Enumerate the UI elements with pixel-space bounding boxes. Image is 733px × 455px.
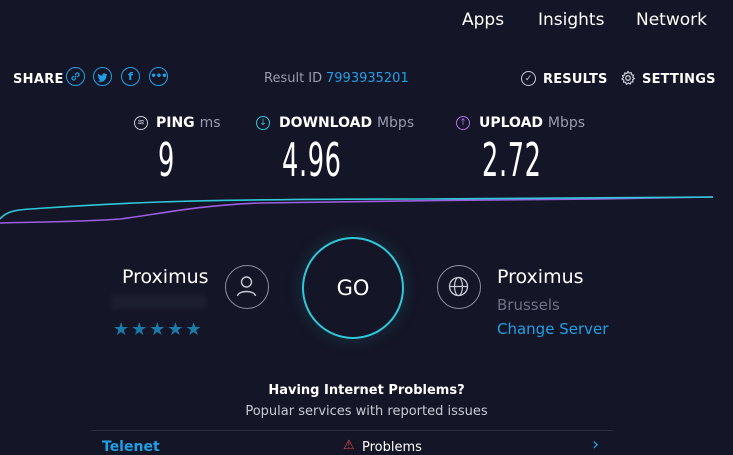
server-city: Brussels [497, 296, 560, 314]
globe-icon [437, 265, 481, 309]
ping-value: 9 [158, 133, 175, 187]
user-icon [225, 265, 269, 309]
upload-icon: ↑ [456, 116, 470, 130]
ping-icon: ≋ [134, 116, 148, 130]
isp-rating-stars[interactable]: ★★★★★ [113, 319, 204, 340]
chevron-right-icon[interactable]: › [592, 434, 599, 455]
upload-label: UPLOAD Mbps [479, 115, 586, 131]
facebook-icon[interactable]: f [121, 67, 140, 86]
link-icon[interactable] [66, 67, 85, 86]
upload-line [0, 196, 714, 224]
problem-service-link[interactable]: Telenet [102, 439, 160, 455]
settings-link[interactable]: SETTINGS [642, 72, 716, 87]
change-server-link[interactable]: Change Server [497, 320, 608, 338]
problems-divider [91, 430, 613, 431]
upload-value: 2.72 [482, 133, 542, 187]
twitter-icon[interactable] [93, 67, 112, 86]
isp-ip-redacted [111, 295, 207, 309]
download-label: DOWNLOAD Mbps [279, 115, 415, 131]
nav-insights[interactable]: Insights [538, 10, 604, 30]
download-value: 4.96 [282, 133, 342, 187]
go-button[interactable]: GO [302, 237, 404, 339]
problems-title: Having Internet Problems? [268, 383, 465, 398]
nav-apps[interactable]: Apps [462, 10, 504, 30]
ping-unit: ms [199, 115, 221, 131]
check-icon[interactable]: ✓ [521, 71, 536, 86]
gear-icon[interactable] [620, 70, 636, 90]
download-icon: ↓ [256, 116, 270, 130]
server-name: Proximus [497, 266, 584, 288]
warning-icon: ⚠ [343, 438, 355, 453]
ping-label: PING ms [156, 115, 221, 131]
more-icon[interactable]: ••• [149, 67, 168, 86]
result-id-label: Result ID [264, 71, 323, 86]
download-line [0, 196, 714, 220]
upload-unit: Mbps [547, 115, 586, 131]
problems-subtitle: Popular services with reported issues [245, 404, 488, 419]
nav-network[interactable]: Network [636, 10, 707, 30]
speed-graph [0, 196, 714, 224]
download-unit: Mbps [376, 115, 415, 131]
isp-name: Proximus [122, 266, 209, 288]
share-label: SHARE [13, 72, 64, 87]
results-link[interactable]: RESULTS [543, 72, 608, 87]
result-id-link[interactable]: 7993935201 [326, 71, 409, 86]
